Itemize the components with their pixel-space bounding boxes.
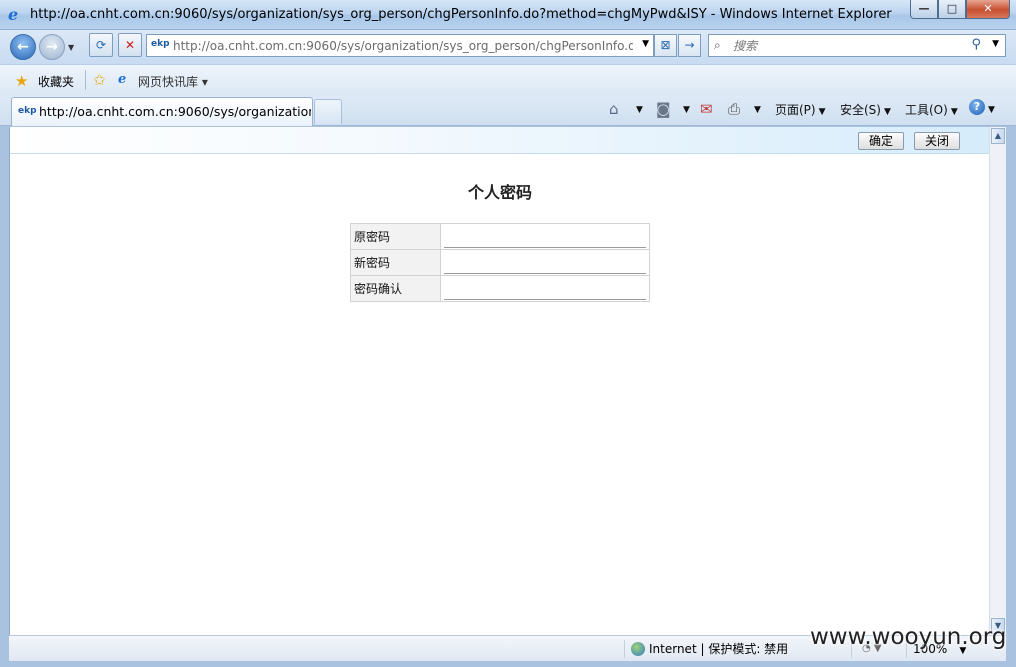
globe-icon bbox=[631, 642, 645, 656]
password-form: 原密码 新密码 密码确认 bbox=[350, 223, 650, 302]
scroll-up-icon[interactable]: ▲ bbox=[991, 128, 1005, 144]
new-password-label: 新密码 bbox=[350, 249, 441, 276]
search-icon[interactable]: ⚲ bbox=[971, 37, 981, 52]
favorites-divider bbox=[85, 70, 86, 90]
arrow-right-icon: → bbox=[46, 39, 58, 55]
arrow-left-icon: ← bbox=[17, 39, 29, 55]
security-zone[interactable]: Internet | 保护模式: 禁用 bbox=[624, 640, 788, 658]
stop-button[interactable]: ✕ bbox=[118, 33, 142, 57]
web-slice-gallery-link[interactable]: 网页快讯库 ▾ bbox=[138, 73, 208, 90]
ie-logo-icon: e bbox=[8, 5, 19, 24]
close-button[interactable]: 关闭 bbox=[914, 132, 960, 150]
page-toolbar: 确定 关闭 bbox=[10, 127, 990, 154]
confirm-password-label: 密码确认 bbox=[350, 275, 441, 302]
minimize-button[interactable]: — bbox=[910, 0, 938, 19]
form-row-old-password: 原密码 bbox=[350, 223, 650, 250]
close-window-button[interactable]: ✕ bbox=[966, 0, 1010, 19]
go-button[interactable]: → bbox=[678, 34, 701, 57]
address-url[interactable]: http://oa.cnht.com.cn:9060/sys/organizat… bbox=[173, 39, 633, 53]
ie-page-icon: e bbox=[118, 72, 127, 87]
stop-icon: ✕ bbox=[124, 38, 136, 52]
tab-current[interactable]: ekp http://oa.cnht.com.cn:9060/sys/organ… bbox=[11, 97, 313, 126]
watermark: www.wooyun.org bbox=[810, 624, 1007, 650]
recent-pages-dropdown-icon[interactable]: ▼ bbox=[68, 43, 74, 52]
confirm-button[interactable]: 确定 bbox=[858, 132, 904, 150]
help-dropdown-icon[interactable]: ▼ bbox=[988, 105, 995, 115]
help-icon[interactable]: ? bbox=[969, 99, 985, 115]
site-favicon-icon: ekp bbox=[151, 39, 170, 49]
back-button[interactable]: ← bbox=[10, 34, 36, 60]
window-titlebar: e http://oa.cnht.com.cn:9060/sys/organiz… bbox=[0, 0, 1016, 30]
window-bottom-border bbox=[0, 661, 1016, 667]
search-dropdown-icon[interactable]: ▼ bbox=[992, 39, 999, 49]
compatibility-view-button[interactable]: ⊠ bbox=[654, 34, 677, 57]
add-favorite-icon[interactable]: ✩ bbox=[93, 71, 106, 89]
go-arrow-icon: → bbox=[684, 38, 695, 52]
tools-menu[interactable]: 工具(O) ▼ bbox=[905, 101, 958, 118]
rss-feed-icon[interactable]: ◙ bbox=[656, 100, 671, 118]
maximize-button[interactable]: □ bbox=[938, 0, 966, 19]
old-password-label: 原密码 bbox=[350, 223, 441, 250]
print-icon[interactable]: ⎙ bbox=[728, 100, 740, 118]
tab-favicon-icon: ekp bbox=[18, 106, 37, 116]
tab-bar: ekp http://oa.cnht.com.cn:9060/sys/organ… bbox=[0, 95, 1016, 126]
confirm-password-input[interactable] bbox=[444, 282, 646, 300]
compat-view-icon: ⊠ bbox=[660, 38, 671, 52]
safety-menu[interactable]: 安全(S) ▼ bbox=[840, 101, 891, 118]
new-password-input[interactable] bbox=[444, 256, 646, 274]
new-tab-button[interactable] bbox=[314, 99, 342, 124]
forward-button[interactable]: → bbox=[39, 34, 65, 60]
form-row-confirm-password: 密码确认 bbox=[350, 275, 650, 302]
refresh-icon: ⟳ bbox=[95, 38, 107, 52]
form-row-new-password: 新密码 bbox=[350, 249, 650, 276]
vertical-scrollbar[interactable]: ▲ ▼ bbox=[989, 127, 1006, 635]
favorites-button[interactable]: 收藏夹 bbox=[38, 73, 74, 90]
feed-dropdown-icon[interactable]: ▼ bbox=[683, 105, 690, 115]
window-title: http://oa.cnht.com.cn:9060/sys/organizat… bbox=[30, 7, 892, 22]
print-dropdown-icon[interactable]: ▼ bbox=[754, 105, 761, 115]
search-box[interactable]: ⌕ ⚲ ▼ bbox=[708, 34, 1006, 57]
old-password-input[interactable] bbox=[444, 230, 646, 248]
address-bar[interactable]: ekp http://oa.cnht.com.cn:9060/sys/organ… bbox=[146, 34, 654, 57]
home-dropdown-icon[interactable]: ▼ bbox=[636, 105, 643, 115]
refresh-button[interactable]: ⟳ bbox=[89, 33, 113, 57]
window-controls: — □ ✕ bbox=[910, 0, 1010, 19]
page-viewport: 确定 关闭 个人密码 原密码 新密码 密码确认 bbox=[9, 127, 1006, 635]
favorites-bar: ★ 收藏夹 ✩ e 网页快讯库 ▾ bbox=[0, 64, 1016, 95]
page-menu[interactable]: 页面(P) ▼ bbox=[775, 101, 826, 118]
search-input[interactable] bbox=[733, 38, 963, 54]
page-title: 个人密码 bbox=[467, 183, 532, 202]
tab-label: http://oa.cnht.com.cn:9060/sys/organizat… bbox=[39, 104, 311, 119]
star-icon: ★ bbox=[15, 72, 29, 90]
mail-icon[interactable]: ✉ bbox=[700, 100, 713, 118]
address-dropdown-icon[interactable]: ▼ bbox=[642, 39, 649, 49]
search-provider-icon: ⌕ bbox=[714, 38, 721, 52]
home-icon[interactable]: ⌂ bbox=[609, 100, 619, 118]
